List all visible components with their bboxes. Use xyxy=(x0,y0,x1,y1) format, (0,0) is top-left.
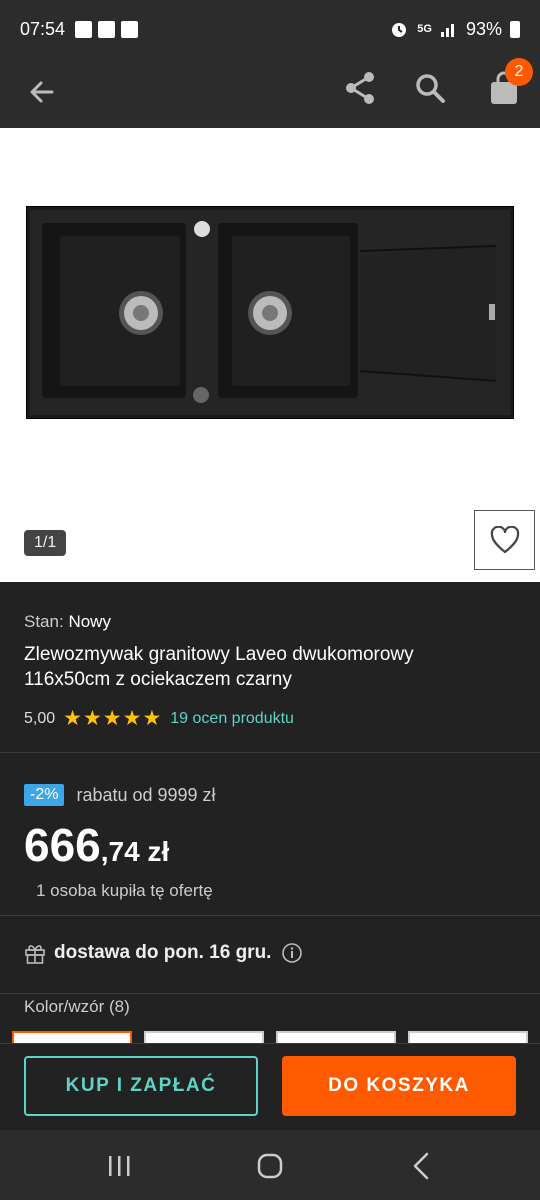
price: 666,74 zł xyxy=(24,818,169,872)
favorite-button[interactable] xyxy=(474,510,535,570)
cart-count-badge: 2 xyxy=(505,58,533,86)
gallery-notification-icon xyxy=(75,20,93,38)
status-time: 07:54 xyxy=(20,18,66,39)
discount-badge: -2% xyxy=(24,784,65,806)
delivery-row[interactable]: dostawa do pon. 16 gru. xyxy=(24,942,303,964)
divider xyxy=(0,915,540,916)
divider xyxy=(0,752,540,753)
rating-row: 5,00 ★★★★★ 19 ocen produktu xyxy=(24,706,294,731)
discount-text: rabatu od 9999 zł xyxy=(76,784,216,805)
reviews-link[interactable]: 19 ocen produktu xyxy=(170,710,294,728)
rating-value: 5,00 xyxy=(24,709,56,727)
image-counter: 1/1 xyxy=(24,530,67,556)
back-nav-icon[interactable] xyxy=(404,1148,440,1184)
add-to-cart-button[interactable]: DO KOSZYKA xyxy=(282,1056,516,1116)
battery-percent: 93% xyxy=(465,18,502,39)
info-icon[interactable] xyxy=(281,942,303,964)
variants-label: Kolor/wzór (8) xyxy=(24,997,130,1016)
discount-row: -2% rabatu od 9999 zł xyxy=(24,784,216,806)
status-bar: 07:54 5G 93% xyxy=(0,0,540,58)
action-bar: KUP I ZAPŁAĆ DO KOSZYKA xyxy=(0,1043,540,1130)
price-integer: 666 xyxy=(24,819,101,871)
buyers-count: 1 osoba kupiła tę ofertę xyxy=(36,881,213,900)
signal-icon xyxy=(440,24,454,37)
alarm-icon xyxy=(392,23,407,37)
product-gallery[interactable]: 1/1 xyxy=(0,128,540,582)
product-title: Zlewozmywak granitowy Laveo dwukomorowy … xyxy=(24,644,414,690)
checkbox-notification-icon xyxy=(121,20,139,38)
gift-icon xyxy=(25,945,45,964)
buy-now-button[interactable]: KUP I ZAPŁAĆ xyxy=(24,1056,258,1116)
heart-icon xyxy=(490,526,519,554)
battery-icon xyxy=(510,20,520,38)
system-nav-bar xyxy=(0,1130,540,1200)
app-bar: 2 xyxy=(0,58,540,128)
divider xyxy=(0,993,540,994)
condition: Stan: Nowy xyxy=(24,612,111,631)
product-image xyxy=(26,206,514,419)
price-decimal: ,74 zł xyxy=(100,836,170,867)
star-rating-icon: ★★★★★ xyxy=(63,707,163,730)
search-icon[interactable] xyxy=(412,70,448,106)
home-icon[interactable] xyxy=(252,1148,288,1184)
delivery-text: dostawa do pon. 16 gru. xyxy=(54,942,272,963)
recent-apps-icon[interactable] xyxy=(101,1148,137,1184)
network-type: 5G xyxy=(417,22,432,35)
back-arrow-icon[interactable] xyxy=(24,74,60,110)
contact-notification-icon xyxy=(98,20,116,38)
condition-value: Nowy xyxy=(68,612,111,631)
share-icon[interactable] xyxy=(342,70,378,106)
